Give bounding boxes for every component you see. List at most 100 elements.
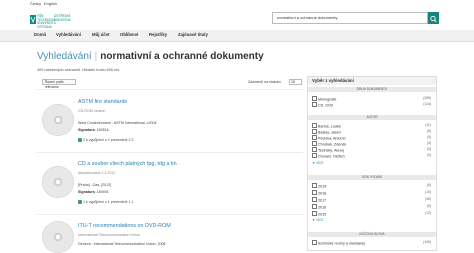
facet-item[interactable]: 2018 (312, 190, 326, 196)
library-logo[interactable]: VŠB TECHNICKÁ UNIVERZITA OSTRAVA ÚSTŘEDN… (30, 14, 72, 29)
facet-header: Vyběr z vyhledávání (308, 77, 436, 85)
result-signature: Signatura: 160516 (78, 128, 109, 132)
facet-item[interactable]: Tesinský, Alexej (312, 147, 344, 153)
nav-indexes[interactable]: Rejstříky (149, 32, 167, 37)
facet-item[interactable]: 2015 (312, 211, 326, 217)
facet-item-count: (10) (424, 190, 431, 194)
facet-item-count: (4) (426, 135, 431, 139)
nav-interesting-titles[interactable]: Zajímavé tituly (178, 32, 208, 37)
divider (37, 89, 303, 90)
show-more-link[interactable]: ▼ VÍCE (312, 161, 323, 165)
checkbox[interactable] (312, 183, 317, 188)
facet-item[interactable]: Chorain, Oldřich (312, 153, 345, 159)
result-item: ASTM fire standards CD-ROM version West … (37, 92, 303, 150)
per-page-label: Záznamů na stránku (248, 80, 281, 84)
checkbox[interactable] (312, 123, 317, 128)
search-icon (430, 15, 437, 23)
facet-item-count: (5) (426, 129, 431, 133)
checkbox[interactable] (312, 96, 317, 101)
facet-item-label: Baslay, Jaseri (318, 130, 341, 135)
checkbox[interactable] (312, 240, 317, 245)
nav-home[interactable]: Domů (34, 32, 46, 37)
facet-item-count: (3) (426, 153, 431, 157)
checkbox[interactable] (312, 141, 317, 146)
results-count: 405 nalezených záznamů. Hledání trvalo 6… (37, 68, 121, 72)
show-more-link[interactable]: ▼ VÍCE (312, 218, 323, 222)
facet-sidebar: Vyběr z vyhledávání DRUH DOKUMENTU Monog… (307, 76, 437, 251)
result-availability[interactable]: 2 k vypůjčení z 2 prezenčně 2 2 (78, 138, 134, 142)
facet-item-count: (35) (424, 197, 431, 201)
sort-select[interactable]: Řazení podle relevance (42, 79, 76, 89)
facet-item[interactable]: 2017 (312, 197, 326, 203)
nav-favorites[interactable]: Oblíbené (120, 32, 138, 37)
result-edition: CD-ROM version (78, 109, 106, 113)
facet-item-count: (6) (426, 183, 431, 187)
facet-item-label: Chrobák, Zdeněk (318, 142, 347, 147)
facet-item-label: Tesinský, Alexej (318, 148, 345, 153)
nav-search[interactable]: Vyhledávání (56, 32, 81, 37)
main-navigation: Domů Vyhledávání Můj účet Oblíbené Rejst… (0, 30, 474, 42)
facet-item-label: 2015 (318, 212, 327, 217)
result-title[interactable]: CD a soubor všech platných tpg, tdg a ti… (78, 161, 177, 167)
signature-label: Signatura (78, 190, 95, 194)
checkbox[interactable] (312, 211, 317, 216)
availability-icon (78, 138, 82, 142)
cd-cover-image[interactable] (42, 166, 74, 198)
result-availability[interactable]: 1 k vypůjčení z 1 prezenčně 1 1 (78, 200, 134, 204)
nav-my-account[interactable]: Můj účet (92, 32, 109, 37)
checkbox[interactable] (312, 147, 317, 152)
facet-item-label: 2018 (318, 191, 327, 196)
divider (37, 214, 303, 215)
vsb-logo-icon (30, 15, 36, 24)
facet-item-label: CD, DVD (318, 103, 334, 108)
checkbox[interactable] (312, 190, 317, 195)
facet-item[interactable]: technické normy a standardy (312, 240, 365, 246)
search-button[interactable] (428, 12, 439, 24)
logo-text-library: ÚSTŘEDNÍ KNIHOVNA (54, 14, 71, 22)
availability-text: 2 k vypůjčení z 2 prezenčně 2 2 (83, 138, 134, 142)
checkbox[interactable] (312, 129, 317, 134)
checkbox[interactable] (312, 197, 317, 202)
search-input[interactable]: normativní a ochranné dokumenty (272, 12, 428, 24)
facet-item[interactable]: 2019 (312, 183, 326, 189)
facet-item[interactable]: CD, DVD (312, 102, 333, 108)
result-publisher: [Praha] : Gas, [2012] (78, 183, 112, 187)
facet-item[interactable]: Monografie (312, 96, 336, 102)
search-query-title: normativní a ochranné dokumenty (100, 51, 264, 62)
result-signature: Signatura: 189491 (78, 190, 109, 194)
checkbox[interactable] (312, 102, 317, 107)
facet-section-subject[interactable]: KLÍČOVÁ SLOVA (308, 232, 436, 237)
facet-section-author[interactable]: AUTOR (308, 115, 436, 120)
facet-item-count: (289) (423, 96, 431, 100)
result-title[interactable]: ITU-T recommendations on DVD-ROM (78, 223, 171, 229)
signature-value: 160516 (96, 128, 109, 132)
facet-item[interactable]: 2016 (312, 204, 326, 210)
breadcrumb-search[interactable]: Vyhledávání (37, 51, 92, 62)
facet-item-count: (12) (424, 211, 431, 215)
checkbox[interactable] (312, 135, 317, 140)
availability-text: 1 k vypůjčení z 1 prezenčně 1 1 (83, 200, 134, 204)
facet-section-type[interactable]: DRUH DOKUMENTU (308, 87, 436, 92)
checkbox[interactable] (312, 204, 317, 209)
facet-item-count: (4) (426, 141, 431, 145)
facet-section-year[interactable]: ROK VYDÁNÍ (308, 175, 436, 180)
facet-item-label: 2019 (318, 184, 327, 189)
facet-item[interactable]: Bartoš, Luděk (312, 123, 341, 129)
checkbox[interactable] (312, 153, 317, 158)
per-page-select[interactable]: 15 (289, 79, 302, 85)
facet-item[interactable]: Baslay, Jaseri (312, 129, 341, 135)
result-publisher: West Conshohocken : ASTM International, … (78, 121, 157, 125)
facet-item-label: 2017 (318, 198, 327, 203)
result-title[interactable]: ASTM fire standards (78, 99, 127, 105)
result-edition: Aktualizovaná 1.3.2012 (78, 171, 116, 175)
facet-item[interactable]: Pecinka, Antonín (312, 135, 346, 141)
facet-item-count: (11) (425, 123, 431, 127)
facet-item-count: (9) (426, 204, 431, 208)
title-separator: | (94, 51, 98, 62)
cd-cover-image[interactable] (42, 104, 74, 136)
cd-cover-image[interactable] (42, 221, 74, 253)
result-edition: International Telecommunication Union (78, 233, 140, 237)
facet-item-label: 2016 (318, 205, 327, 210)
result-item: ITU-T recommendations on DVD-ROM Interna… (37, 216, 303, 253)
facet-item[interactable]: Chrobák, Zdeněk (312, 141, 346, 147)
